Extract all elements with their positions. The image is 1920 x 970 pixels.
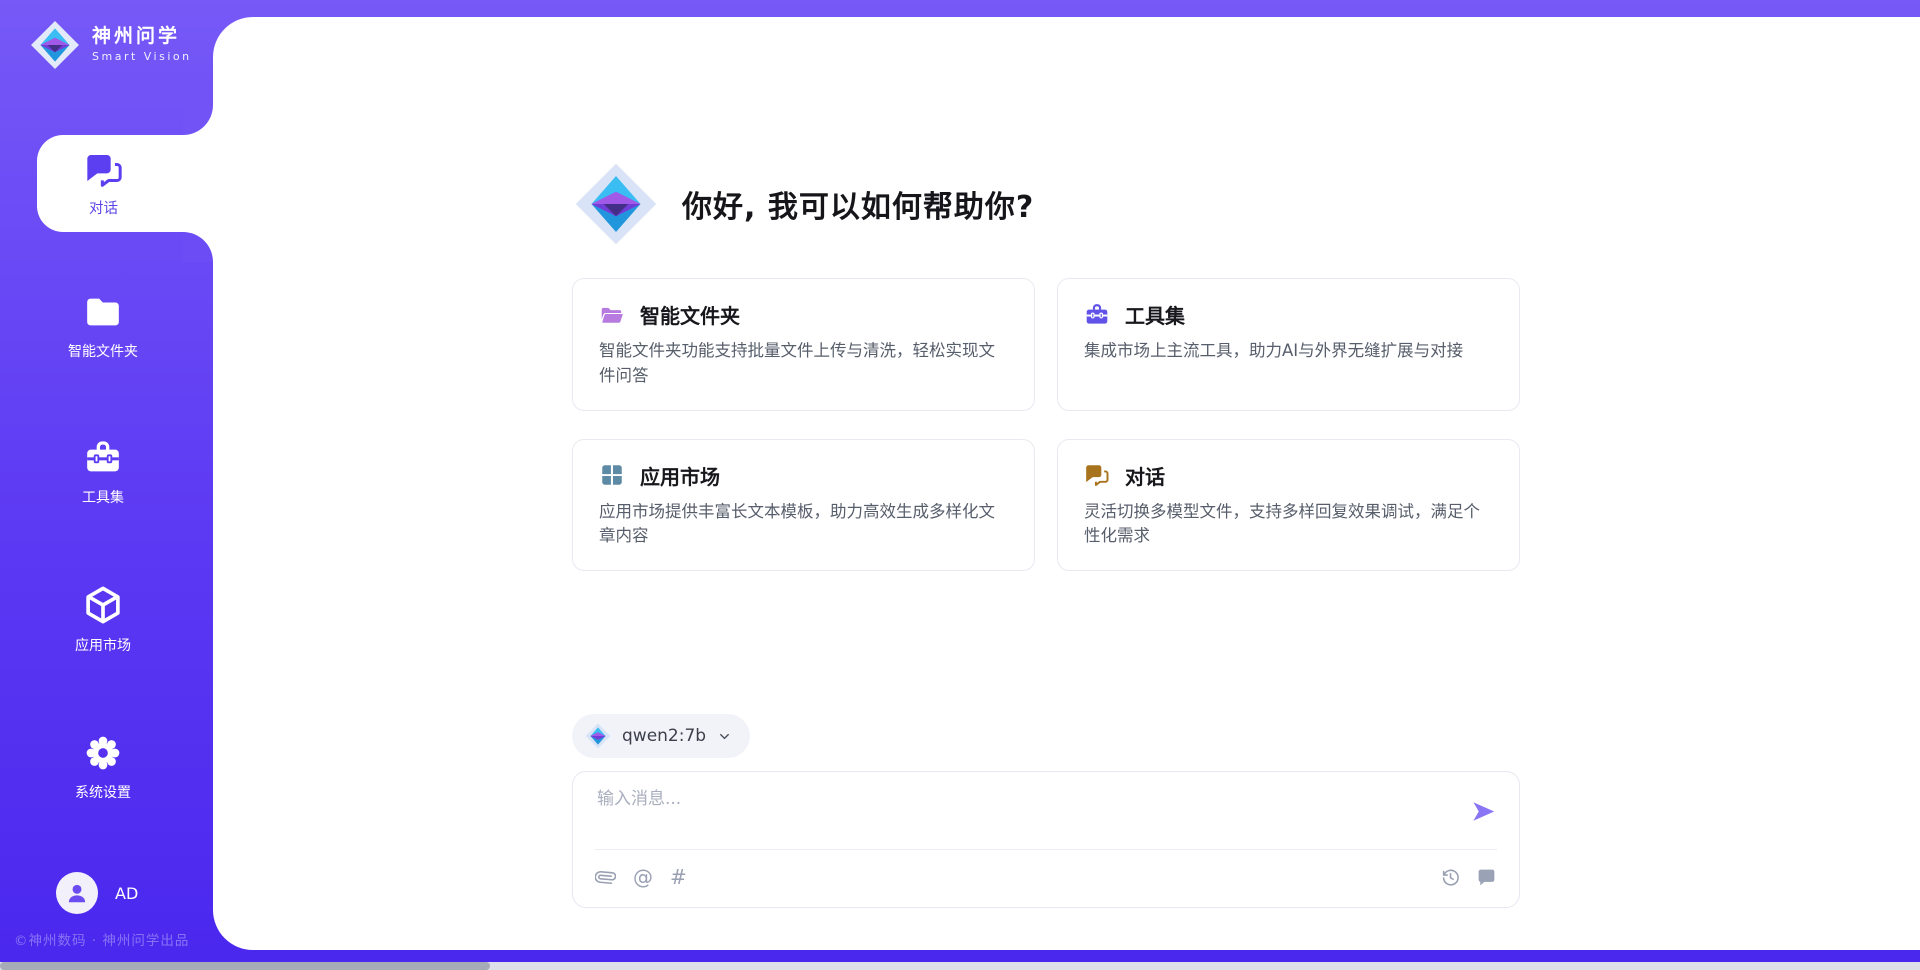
send-button[interactable] <box>1470 798 1497 825</box>
chat-icon <box>1084 462 1110 488</box>
send-icon <box>1470 798 1497 825</box>
model-name: qwen2:7b <box>622 726 706 746</box>
sidebar-item-toolset[interactable]: 工具集 <box>0 438 206 507</box>
greeting-block: 你好, 我可以如何帮助你? <box>574 160 1034 248</box>
card-smart-folder[interactable]: 智能文件夹 智能文件夹功能支持批量文件上传与清洗，轻松实现文件问答 <box>572 278 1035 411</box>
tab-curve-bottom <box>183 232 213 262</box>
sidebar-item-label: 对话 <box>89 197 118 218</box>
card-title: 对话 <box>1125 461 1165 490</box>
chevron-down-icon <box>717 729 732 744</box>
person-icon <box>64 880 90 906</box>
brand-name: 神州问学 <box>92 26 192 48</box>
gear-icon <box>83 733 123 773</box>
card-title: 工具集 <box>1125 300 1185 329</box>
chat-icon <box>84 150 124 190</box>
card-title: 应用市场 <box>640 461 720 490</box>
greeting-text: 你好, 我可以如何帮助你? <box>682 182 1034 226</box>
brand-diamond-icon <box>30 20 80 70</box>
sidebar-item-chat[interactable]: 对话 <box>37 135 214 232</box>
card-description: 应用市场提供丰富长文本模板，助力高效生成多样化文章内容 <box>599 500 1008 550</box>
history-icon[interactable] <box>1440 867 1461 888</box>
card-app-market[interactable]: 应用市场 应用市场提供丰富长文本模板，助力高效生成多样化文章内容 <box>572 439 1035 572</box>
sidebar-item-label: 工具集 <box>82 487 124 507</box>
sidebar-item-label: 系统设置 <box>75 782 131 802</box>
at-sign-icon[interactable]: @ <box>633 867 653 887</box>
tab-curve-top <box>183 105 213 135</box>
brand-subtitle: Smart Vision <box>92 51 192 64</box>
main-panel: 你好, 我可以如何帮助你? 智能文件夹 智能文件夹功能支持批量文件上传与清洗，轻… <box>213 17 1920 950</box>
user-account[interactable]: AD <box>56 872 138 914</box>
user-initials: AD <box>115 884 138 903</box>
cube-icon <box>82 584 124 626</box>
grid-icon <box>599 462 625 488</box>
sidebar-item-label: 应用市场 <box>75 635 131 655</box>
feature-cards: 智能文件夹 智能文件夹功能支持批量文件上传与清洗，轻松实现文件问答 <box>572 278 1520 571</box>
message-input[interactable] <box>595 788 1459 810</box>
card-description: 灵活切换多模型文件，支持多样回复效果调试，满足个性化需求 <box>1084 500 1493 550</box>
copyright-text: ©神州数码 · 神州问学出品 <box>14 929 189 949</box>
composer-divider <box>595 849 1497 850</box>
sidebar-item-smart-folder[interactable]: 智能文件夹 <box>0 292 206 361</box>
sidebar-item-app-market[interactable]: 应用市场 <box>0 584 206 655</box>
card-chat[interactable]: 对话 灵活切换多模型文件，支持多样回复效果调试，满足个性化需求 <box>1057 439 1520 572</box>
card-description: 智能文件夹功能支持批量文件上传与清洗，轻松实现文件问答 <box>599 339 1008 389</box>
chat-bubble-icon[interactable] <box>1476 867 1497 888</box>
model-selector[interactable]: qwen2:7b <box>572 714 750 758</box>
greeting-diamond-icon <box>574 160 658 248</box>
card-toolset[interactable]: 工具集 集成市场上主流工具，助力AI与外界无缝扩展与对接 <box>1057 278 1520 411</box>
paperclip-icon[interactable] <box>595 867 616 888</box>
horizontal-scrollbar[interactable] <box>0 962 1920 970</box>
message-composer: @ # <box>572 771 1520 908</box>
card-description: 集成市场上主流工具，助力AI与外界无缝扩展与对接 <box>1084 339 1493 364</box>
toolbox-icon <box>83 438 123 478</box>
toolbox-icon <box>1084 302 1110 328</box>
folder-icon <box>599 302 625 328</box>
model-logo-diamond-icon <box>585 723 611 749</box>
hash-icon[interactable]: # <box>670 867 687 887</box>
app-logo: 神州问学 Smart Vision <box>30 20 192 70</box>
content-column: 你好, 我可以如何帮助你? 智能文件夹 智能文件夹功能支持批量文件上传与清洗，轻… <box>572 17 1520 950</box>
sidebar-item-label: 智能文件夹 <box>68 341 138 361</box>
composer-toolbar: @ # <box>595 860 1497 894</box>
scrollbar-thumb[interactable] <box>0 962 490 970</box>
app-window: 神州问学 Smart Vision 对话 智能文件夹 工具集 <box>0 0 1920 970</box>
card-title: 智能文件夹 <box>640 300 740 329</box>
sidebar-item-settings[interactable]: 系统设置 <box>0 733 206 802</box>
folder-icon <box>83 292 123 332</box>
avatar <box>56 872 98 914</box>
